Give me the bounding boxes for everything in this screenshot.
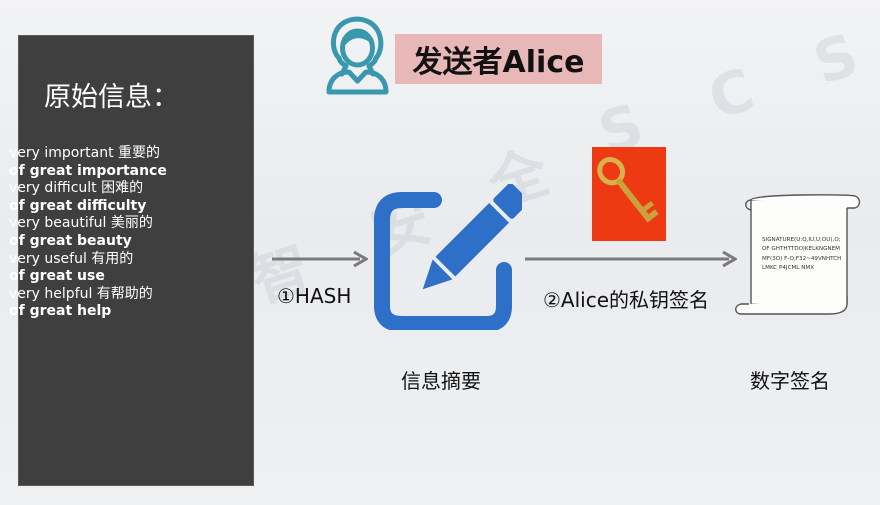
- message-line: very useful 有用的: [9, 250, 134, 267]
- edit-icon: [374, 184, 522, 330]
- digest-caption: 信息摘要: [401, 369, 481, 393]
- message-line: of great beauty: [9, 232, 132, 249]
- sender-header: 发送者Alice: [395, 34, 602, 84]
- message-line: very difficult 困难的: [9, 180, 144, 197]
- message-line: very important 重要的: [9, 145, 161, 161]
- key-icon: [597, 157, 659, 223]
- watermark-char-5: C: [700, 55, 763, 133]
- user-avatar-icon: [326, 16, 389, 95]
- message-line: very beautiful 美丽的: [9, 215, 153, 232]
- sign-step-label: ②Alice的私钥签名: [543, 288, 710, 312]
- message-lines: very important 重要的 of great importance v…: [9, 145, 167, 321]
- hash-arrow: [272, 250, 368, 268]
- message-line: very helpful 有帮助的: [9, 285, 153, 302]
- private-key-image: [592, 147, 666, 241]
- message-line: of great help: [9, 303, 112, 320]
- sender-title: 发送者Alice: [412, 45, 585, 80]
- hash-step-label: ①HASH: [277, 284, 352, 308]
- sign-arrow: [525, 250, 737, 268]
- panel-title: 原始信息：: [44, 82, 179, 113]
- message-line: of great use: [9, 268, 105, 285]
- watermark-char-6: S: [805, 20, 867, 98]
- message-line: of great difficulty: [9, 197, 147, 214]
- message-line: of great importance: [9, 162, 167, 179]
- signature-text: SIGNATURE(U;Q,IU,U;OU),O;OF GHTHTTDO|KEL…: [762, 237, 842, 272]
- signature-caption: 数字签名: [750, 369, 830, 393]
